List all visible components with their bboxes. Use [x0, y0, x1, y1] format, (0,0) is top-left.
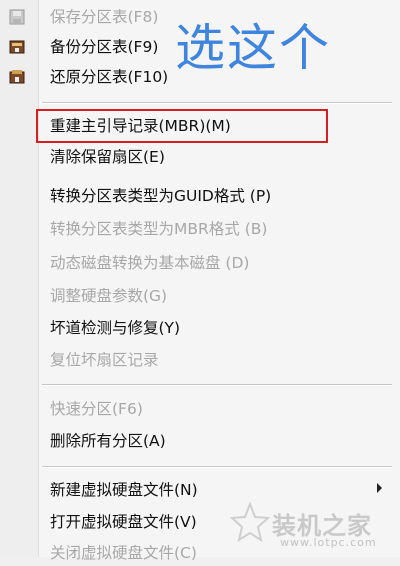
- menu-separator: [42, 466, 392, 468]
- menu-item-quick-partition[interactable]: 快速分区(F6): [0, 396, 398, 422]
- menu-item-dynamic-to-basic[interactable]: 动态磁盘转换为基本磁盘 (D): [0, 250, 398, 276]
- watermark-logo-icon: [230, 502, 270, 542]
- callout-text: 选这个: [175, 19, 331, 77]
- menu-item-convert-to-mbr[interactable]: 转换分区表类型为MBR格式 (B): [0, 216, 398, 242]
- menu-item-label: 快速分区(F6): [50, 400, 143, 418]
- restore-icon: [9, 70, 25, 84]
- menu-item-label: 备份分区表(F9): [50, 38, 159, 56]
- menu-item-bad-sector-check[interactable]: 坏道检测与修复(Y): [0, 315, 398, 341]
- context-menu: 保存分区表(F8) 备份分区表(F9) 还原分区表(F10) 重建主引导记录(M…: [0, 0, 400, 562]
- menu-item-delete-all-partitions[interactable]: 删除所有分区(A): [0, 428, 398, 454]
- watermark: 装机之家 www.lotpc.com: [230, 500, 400, 557]
- menu-item-adjust-disk-params[interactable]: 调整硬盘参数(G): [0, 283, 398, 309]
- menu-separator: [42, 102, 392, 104]
- highlight-box: [36, 109, 328, 143]
- submenu-arrow-icon: [377, 483, 382, 493]
- menu-item-label: 保存分区表(F8): [50, 8, 159, 26]
- menu-item-label: 复位坏扇区记录: [50, 351, 159, 369]
- menu-separator: [42, 384, 392, 386]
- backup-icon: [9, 40, 25, 54]
- watermark-url: www.lotpc.com: [280, 536, 377, 549]
- menu-item-clear-reserved-sectors[interactable]: 清除保留扇区(E): [0, 144, 398, 170]
- menu-item-label: 转换分区表类型为GUID格式 (P): [50, 187, 272, 205]
- menu-item-label: 关闭虚拟硬盘文件(C): [50, 544, 197, 562]
- menu-item-convert-to-guid[interactable]: 转换分区表类型为GUID格式 (P): [0, 183, 398, 209]
- menu-item-label: 还原分区表(F10): [50, 68, 169, 86]
- menu-item-reset-bad-sectors[interactable]: 复位坏扇区记录: [0, 347, 398, 373]
- menu-item-label: 动态磁盘转换为基本磁盘 (D): [50, 254, 250, 272]
- save-icon: [9, 9, 25, 25]
- menu-item-label: 坏道检测与修复(Y): [50, 319, 181, 337]
- menu-item-label: 转换分区表类型为MBR格式 (B): [50, 220, 268, 238]
- menu-item-label: 新建虚拟硬盘文件(N): [50, 481, 198, 499]
- menu-item-label: 删除所有分区(A): [50, 432, 166, 450]
- menu-item-label: 打开虚拟硬盘文件(V): [50, 513, 197, 531]
- menu-item-label: 清除保留扇区(E): [50, 148, 165, 166]
- menu-item-label: 调整硬盘参数(G): [50, 287, 168, 305]
